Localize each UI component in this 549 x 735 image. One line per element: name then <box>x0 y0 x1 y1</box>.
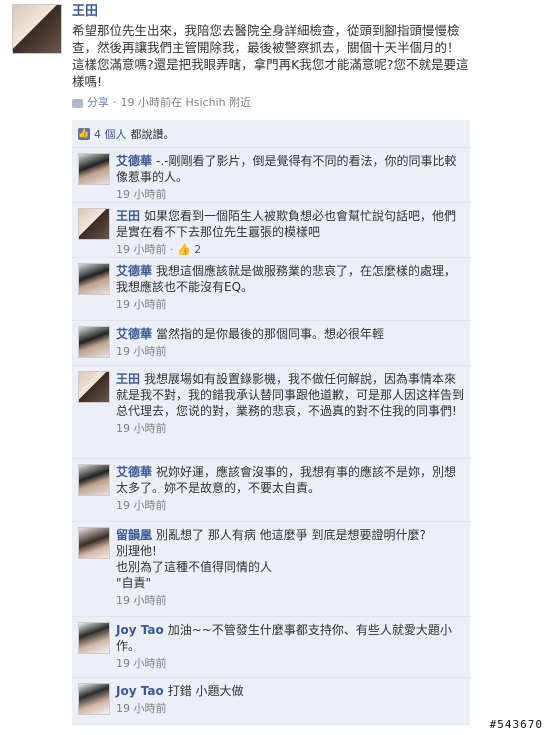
comment: 艾德華 我想這個應該就是做服務業的悲哀了，在怎麼樣的處理，我想應該也不能沒有EQ。… <box>72 258 470 321</box>
comment-author[interactable]: Joy Tao <box>116 623 164 637</box>
post-meta: 分享 · 19 小時前在 Hsichih 附近 <box>72 96 470 110</box>
commenter-avatar[interactable] <box>78 153 110 185</box>
comment-time: 19 小時前 <box>116 657 167 670</box>
comments-section: 👍 4 個人 都說讚。 艾德華 -.-剛剛看了影片，倒是覺得有不同的看法，你的同事… <box>72 120 470 725</box>
comment: Joy Tao 加油~~不管發生什麼事都支持你、有些人就愛大題小作。 19 小時前 <box>72 617 470 678</box>
meta-separator: · <box>113 96 117 109</box>
comment: 艾德華 -.-剛剛看了影片，倒是覺得有不同的看法，你的同事比較像惹事的人。 19 … <box>72 148 470 203</box>
comment-author[interactable]: 王田 <box>116 209 140 223</box>
comment-author[interactable]: 艾德華 <box>116 264 152 278</box>
comment-author[interactable]: 王田 <box>116 372 140 386</box>
comment-author[interactable]: Joy Tao <box>116 684 164 698</box>
share-icon <box>72 98 83 108</box>
post-text: 希望那位先生出來，我陪您去醫院全身詳細檢查，從頭到腳指頭慢慢檢查，然後再讓我們主… <box>72 23 469 89</box>
comment-author[interactable]: 艾德華 <box>116 465 152 479</box>
comment: 王田 如果您看到一個陌生人被欺負想必也會幫忙說句話吧，他們是實在看不下去那位先生囂… <box>72 203 470 258</box>
comment-text: 我想展場如有設置錄影機，我不做任何解說，因為事情本來就是我不對，我的錯我承认替同… <box>116 372 465 418</box>
commenter-avatar[interactable] <box>78 326 110 358</box>
comment-author[interactable]: 艾德華 <box>116 327 152 341</box>
comment-text: 別亂想了 那人有病 他這麼爭 到底是想要證明什麼? 別理他! 也別為了這種不值得… <box>116 528 426 590</box>
comment-text: 當然指的是你最後的那個同事。想必很年輕 <box>156 327 385 341</box>
commenter-avatar[interactable] <box>78 208 110 240</box>
thumbs-up-icon: 👍 <box>78 127 90 140</box>
comment-time: 19 小時前 <box>116 188 167 201</box>
post-time: 19 小時前在 Hsichih 附近 <box>120 96 252 109</box>
comment-time: 19 小時前 <box>116 702 167 715</box>
comment-text: 如果您看到一個陌生人被欺負想必也會幫忙說句話吧，他們是實在看不下去那位先生囂張的… <box>116 209 457 239</box>
commenter-avatar[interactable] <box>78 263 110 295</box>
likes-bar: 👍 4 個人 都說讚。 <box>72 120 470 148</box>
comment-text: 祝妳好運，應該會沒事的，我想有事的應該不是妳，別想太多了。妳不是故意的，不要太自… <box>116 465 457 495</box>
commenter-avatar[interactable] <box>78 371 110 403</box>
comment-text: -.-剛剛看了影片，倒是覺得有不同的看法，你的同事比較像惹事的人。 <box>116 154 457 184</box>
comment: 王田 我想展場如有設置錄影機，我不做任何解說，因為事情本來就是我不對，我的錯我承认… <box>72 366 470 459</box>
comment: Joy Tao 打錯 小題大做 19 小時前 <box>72 678 470 725</box>
likes-count-link[interactable]: 4 個人 <box>94 126 127 142</box>
comment-time: 19 小時前 <box>116 298 167 311</box>
comment-time: 19 小時前 <box>116 594 167 607</box>
comment-like-value: 2 <box>194 243 202 256</box>
comment-text: 我想這個應該就是做服務業的悲哀了，在怎麼樣的處理，我想應該也不能沒有EQ。 <box>116 264 457 294</box>
comment-time: 19 小時前 <box>116 499 167 512</box>
comment: 艾德華 當然指的是你最後的那個同事。想必很年輕 19 小時前 <box>72 321 470 366</box>
commenter-avatar[interactable] <box>78 464 110 496</box>
poster-avatar[interactable] <box>12 4 62 54</box>
comment-like-count[interactable]: 👍 2 <box>177 243 201 256</box>
comment-author[interactable]: 艾德華 <box>116 154 152 168</box>
comment-time: 19 小時前 <box>116 345 167 358</box>
comment-text: 打錯 小題大做 <box>167 684 244 698</box>
post-body: 王田 希望那位先生出來，我陪您去醫院全身詳細檢查，從頭到腳指頭慢慢檢查，然後再讓… <box>72 4 470 110</box>
comment-time: 19 小時前 <box>116 422 167 435</box>
comment-text: 加油~~不管發生什麼事都支持你、有些人就愛大題小作。 <box>116 623 452 653</box>
watermark-id: #543670 <box>489 718 543 731</box>
comment: 艾德華 祝妳好運，應該會沒事的，我想有事的應該不是妳，別想太多了。妳不是故意的，不… <box>72 459 470 522</box>
comment-meta: 19 小時前 · 👍 2 <box>116 243 202 256</box>
commenter-avatar[interactable] <box>78 527 110 559</box>
comment: 留韻凰 別亂想了 那人有病 他這麼爭 到底是想要證明什麼? 別理他! 也別為了這種… <box>72 522 470 617</box>
comment-time: 19 小時前 <box>116 243 167 256</box>
poster-name[interactable]: 王田 <box>72 4 470 20</box>
comment-author[interactable]: 留韻凰 <box>116 528 152 542</box>
likes-suffix: 都說讚。 <box>130 127 175 141</box>
share-link[interactable]: 分享 <box>87 96 109 110</box>
commenter-avatar[interactable] <box>78 622 110 654</box>
commenter-avatar[interactable] <box>78 683 110 715</box>
